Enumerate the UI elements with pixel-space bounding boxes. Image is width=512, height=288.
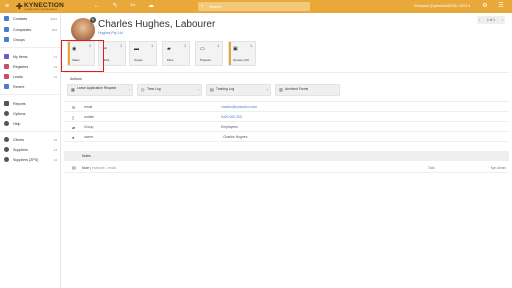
company-link[interactable]: Hughes Pty Ltd: [98, 31, 123, 35]
sidebar-item-recent[interactable]: Recent: [0, 82, 61, 91]
sidebar-divider: [0, 131, 60, 132]
sidebar-item-groups[interactable]: Groups: [0, 35, 61, 44]
sidebar-divider: [0, 94, 60, 95]
wrench-icon[interactable]: ✂: [128, 0, 138, 13]
note-author: Kyn Admin: [490, 166, 506, 170]
actions-title: Actions: [70, 77, 82, 81]
sidebar: Contacts 2011 Companies 201 Groups My It…: [0, 13, 61, 288]
clock-icon: ◷: [141, 87, 145, 92]
sidebar-item-my-items[interactable]: My Items 11: [0, 52, 61, 61]
search-icon: ⌕: [201, 3, 204, 9]
sidebar-item-clients[interactable]: Clients 15: [0, 135, 61, 144]
user-context-selector[interactable]: Everyone (Kynection/2018) / 1001 ▾: [414, 0, 470, 13]
book-icon: ▤: [210, 87, 214, 92]
detail-row-group: ▰ Group Employees: [64, 123, 509, 132]
companies-icon: [4, 27, 9, 32]
search-placeholder: Search: [209, 4, 222, 9]
quotes-icon: ▣: [233, 46, 238, 52]
avatar[interactable]: ✎: [71, 17, 96, 42]
pager-next-button[interactable]: ›: [502, 16, 503, 24]
logo-mark-icon: ✚: [16, 2, 23, 11]
chevron-right-icon: ›: [128, 88, 130, 92]
sidebar-item-help[interactable]: Help: [0, 119, 61, 128]
section-divider: [64, 101, 509, 102]
note-title: Note |: [82, 166, 92, 170]
logo[interactable]: ✚ KYNECTION CONNECTING YOUR BUSINESS: [16, 1, 66, 12]
sidebar-item-registers[interactable]: Registers 11: [0, 62, 61, 71]
sidebar-divider: [0, 47, 60, 48]
recent-icon: [4, 84, 9, 89]
detail-row-owner: ● owner - Charles Hughes: [64, 133, 509, 142]
notes-header: Notes: [64, 151, 509, 161]
training-log-button[interactable]: ▤ Training Log ›: [206, 84, 271, 96]
search-input[interactable]: ⌕ Search: [198, 2, 310, 11]
note-row[interactable]: ▤ Note | example - email Todo Kyn Admin: [64, 163, 509, 173]
sidebar-item-suppliers-zps[interactable]: Suppliers (ZPS) 11: [0, 155, 61, 164]
edit-avatar-icon[interactable]: ✎: [90, 17, 96, 23]
note-subtitle: example - email: [91, 166, 116, 170]
sidebar-item-options[interactable]: Options: [0, 109, 61, 118]
issues-icon: ▬: [134, 46, 139, 52]
contact-name: Charles Hughes, Labourer: [98, 19, 216, 30]
mobile-link[interactable]: 0400 000 000: [221, 113, 242, 122]
suppliers-zps-icon: [4, 157, 9, 162]
projects-icon: ▭: [200, 46, 205, 52]
sidebar-item-reports[interactable]: Reports: [0, 99, 61, 108]
cloud-upload-icon[interactable]: ☁: [146, 0, 156, 13]
sidebar-item-suppliers[interactable]: Suppliers 14: [0, 145, 61, 154]
detail-row-email: ✉ email charles@kynection.com: [64, 103, 509, 112]
section-divider: [64, 72, 509, 73]
gear-icon[interactable]: ⚙: [480, 0, 490, 13]
folder-icon: ▰: [167, 46, 171, 52]
suppliers-icon: [4, 147, 9, 152]
email-link[interactable]: charles@kynection.com: [221, 103, 257, 112]
card-files[interactable]: ▰ 1 Files: [162, 41, 190, 66]
edit-icon[interactable]: ✎: [110, 0, 120, 13]
card-issues[interactable]: ▬ 1 Issues: [129, 41, 157, 66]
detail-row-mobile: ▯ mobile 0400 000 000: [64, 113, 509, 122]
gear-icon: [4, 111, 9, 116]
hamburger-icon[interactable]: ≡: [0, 0, 14, 13]
note-icon: ▤: [72, 165, 76, 170]
sidebar-item-contacts[interactable]: Contacts 2011: [0, 14, 61, 23]
registers-icon: [4, 64, 9, 69]
card-quotes[interactable]: ▣ 1 Quotes (16): [228, 41, 256, 66]
logo-tagline: CONNECTING YOUR BUSINESS: [24, 8, 58, 11]
notes-title: Notes: [82, 154, 91, 158]
sidebar-item-companies[interactable]: Companies 201: [0, 25, 61, 34]
time-log-button[interactable]: ◷ Time Log ›: [137, 84, 202, 96]
pager-label: 1 of 1: [487, 18, 495, 22]
sidebar-item-leads[interactable]: Leads 11: [0, 72, 61, 81]
menu-icon[interactable]: ☰: [496, 0, 506, 13]
group-icon: ▰: [72, 125, 76, 130]
help-icon: [4, 121, 9, 126]
note-status: Todo: [428, 166, 435, 170]
my-items-icon: [4, 54, 9, 59]
record-pager: ‹ 1 of 1 ›: [477, 16, 505, 24]
calendar-icon: ▦: [71, 87, 75, 92]
person-icon: ●: [72, 135, 75, 140]
card-projects[interactable]: ▭ 1 Projects: [195, 41, 223, 66]
pager-prev-button[interactable]: ‹: [479, 16, 480, 24]
email-icon: ✉: [72, 105, 76, 110]
phone-icon: ▯: [72, 115, 75, 120]
reports-icon: [4, 101, 9, 106]
chevron-right-icon: ›: [266, 88, 268, 92]
chevron-right-icon: ›: [197, 88, 199, 92]
leads-icon: [4, 74, 9, 79]
clients-icon: [4, 137, 9, 142]
contacts-icon: [4, 16, 9, 21]
leave-application-button[interactable]: ▦ Leave Application Request ›: [67, 84, 133, 96]
card-accent-bar: [229, 42, 231, 65]
groups-icon: [4, 37, 9, 42]
archive-icon: ▥: [279, 87, 283, 92]
highlight-box: [61, 40, 104, 72]
back-arrow-icon[interactable]: ←: [92, 0, 102, 13]
archived-forms-button[interactable]: ▥ Archived Forms: [275, 84, 340, 96]
